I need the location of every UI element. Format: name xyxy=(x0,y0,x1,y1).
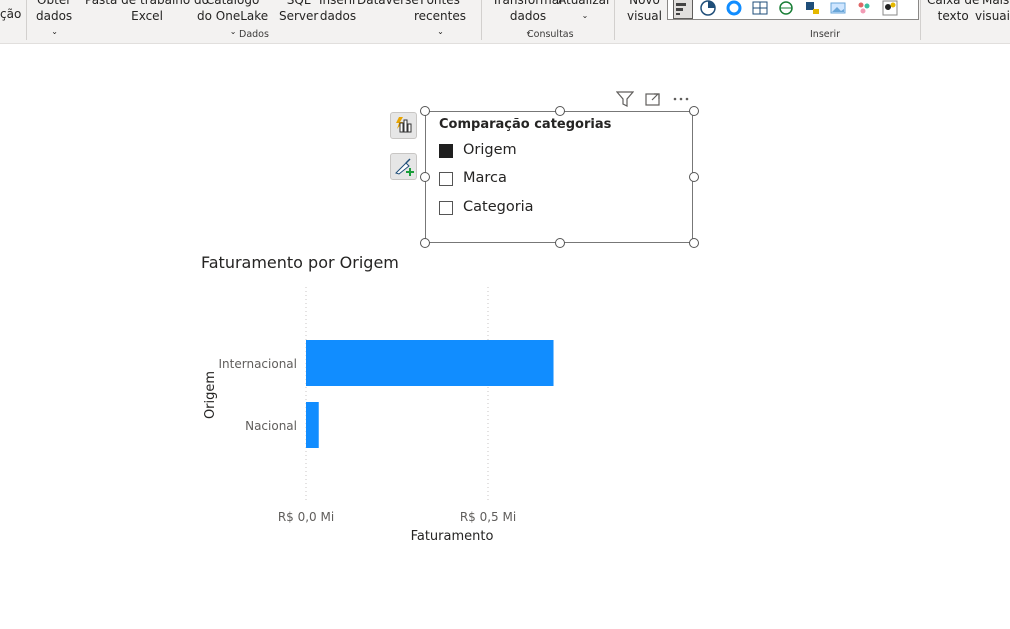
x-axis-title: Faturamento xyxy=(411,529,494,544)
ribbon-separator xyxy=(481,0,482,40)
image-icon[interactable] xyxy=(830,0,846,16)
slicer-title: Comparação categorias xyxy=(439,117,612,132)
x-tick-label: R$ 0,0 Mi xyxy=(278,510,334,524)
resize-handle[interactable] xyxy=(689,238,699,248)
slicer-visual[interactable]: Comparação categorias Origem Marca Categ… xyxy=(425,111,693,243)
obter-dados-button[interactable]: Obter dados ⌄ xyxy=(36,0,72,40)
more-options-icon[interactable] xyxy=(672,91,690,107)
checkbox[interactable] xyxy=(439,201,453,215)
filter-icon[interactable] xyxy=(615,91,635,107)
build-visual-icon xyxy=(396,117,412,133)
y-axis-title: Origem xyxy=(203,371,218,419)
format-visual-button[interactable] xyxy=(390,153,417,180)
stacked-bar-chart-icon[interactable] xyxy=(673,0,693,19)
ribbon-partial-label: ção xyxy=(0,7,22,21)
chevron-down-icon: ⌄ xyxy=(51,27,58,36)
checkbox[interactable] xyxy=(439,172,453,186)
pasta-trabalho-excel-button[interactable]: Pasta de trabalho do Excel xyxy=(85,0,209,24)
resize-handle[interactable] xyxy=(555,106,565,116)
group-label-dados: Dados xyxy=(239,29,269,40)
group-label-inserir: Inserir xyxy=(810,29,841,40)
group-label-consultas: Consultas xyxy=(527,29,574,40)
ribbon-separator xyxy=(920,0,921,40)
atualizar-button[interactable]: Atualizar ⌄ xyxy=(558,0,611,24)
chart-title: Faturamento por Origem xyxy=(201,253,399,272)
slicer-option-label: Categoria xyxy=(463,199,534,215)
dataverse-button[interactable]: Dataverse xyxy=(357,0,419,8)
chevron-down-icon: ⌄ xyxy=(437,27,444,36)
ribbon-separator xyxy=(26,0,27,40)
inserir-dados-button[interactable]: Inserir dados xyxy=(319,0,357,24)
bar xyxy=(306,402,319,448)
resize-handle[interactable] xyxy=(420,172,430,182)
visual-gallery[interactable] xyxy=(667,0,919,20)
novo-visual-button[interactable]: Novo visual xyxy=(627,0,662,24)
ribbon: ção Obter dados ⌄ Pasta de trabalho do Exce… xyxy=(0,0,1010,44)
checkbox[interactable] xyxy=(439,144,453,158)
focus-mode-icon[interactable] xyxy=(644,91,662,107)
sql-server-button[interactable]: SQL Server xyxy=(279,0,318,24)
table-icon[interactable] xyxy=(752,0,768,16)
ribbon-separator xyxy=(614,0,615,40)
slicer-option-label: Origem xyxy=(463,142,517,158)
resize-handle[interactable] xyxy=(555,238,565,248)
resize-handle[interactable] xyxy=(420,238,430,248)
bar xyxy=(306,340,554,386)
x-tick-label: R$ 0,5 Mi xyxy=(460,510,516,524)
y-tick-label: Nacional xyxy=(245,419,297,433)
resize-handle[interactable] xyxy=(420,106,430,116)
format-brush-icon xyxy=(395,158,414,176)
globe-map-icon[interactable] xyxy=(778,0,794,16)
scatter-chart-icon[interactable] xyxy=(856,0,872,16)
mais-visuais-button[interactable]: Maisvisuais xyxy=(975,0,1010,24)
matrix-icon[interactable] xyxy=(804,0,820,16)
bar-chart: R$ 0,0 Mi R$ 0,5 Mi Internacional Nacional F… xyxy=(203,287,554,544)
chevron-down-icon: ⌄ xyxy=(581,11,589,20)
slicer-option-label: Marca xyxy=(463,170,507,186)
caixa-texto-button[interactable]: Caixa de texto xyxy=(927,0,979,24)
y-tick-label: Internacional xyxy=(219,357,297,371)
resize-handle[interactable] xyxy=(689,172,699,182)
donut-chart-icon[interactable] xyxy=(726,0,742,16)
build-visual-button[interactable] xyxy=(390,112,417,139)
resize-handle[interactable] xyxy=(689,106,699,116)
pie-chart-icon[interactable] xyxy=(700,0,716,16)
key-influencers-icon[interactable] xyxy=(882,0,898,16)
fontes-recentes-button[interactable]: Fontes recentes ⌄ xyxy=(414,0,466,40)
